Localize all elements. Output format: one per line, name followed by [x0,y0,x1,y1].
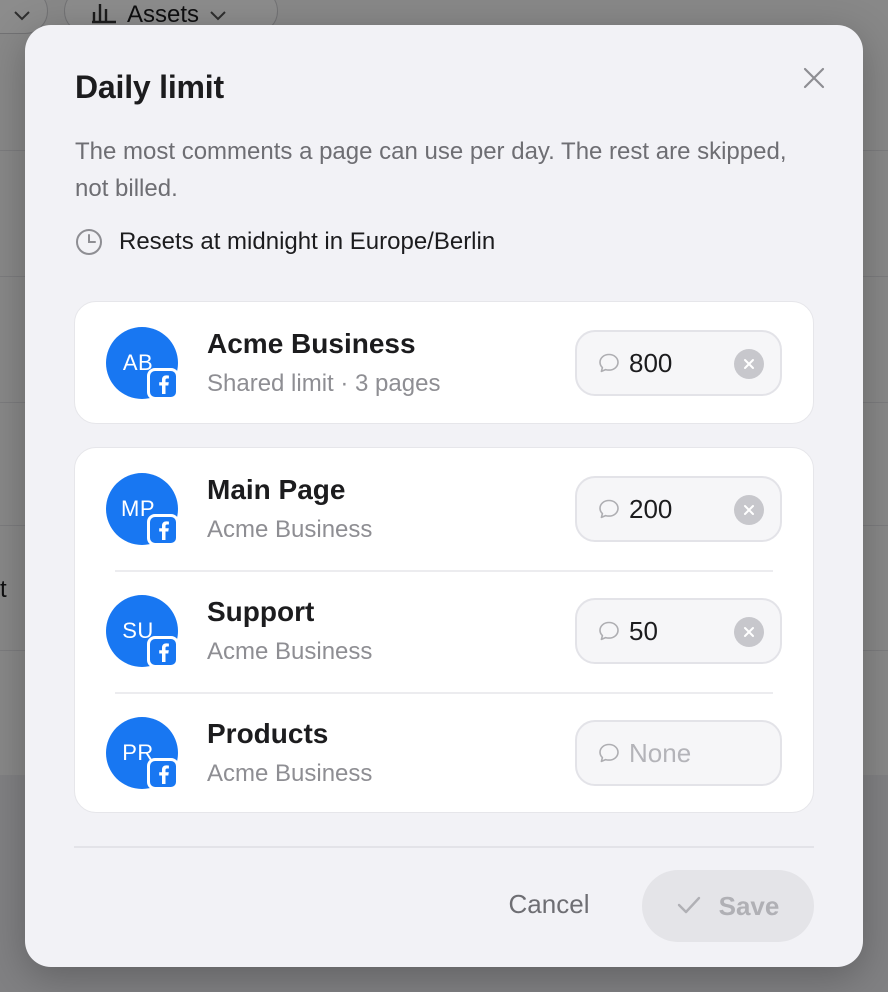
page-row: MP Main Page Acme Business [75,448,813,570]
page-row: PR Products Acme Business [75,692,813,814]
business-card: AB Acme Business Shared limit · 3 pages [74,301,814,424]
clear-button[interactable] [734,617,764,647]
business-subtitle: Shared limit · 3 pages [207,370,441,397]
checkmark-icon [677,891,701,922]
reset-note: Resets at midnight in Europe/Berlin [75,228,495,256]
avatar: MP [106,473,179,546]
dialog-title: Daily limit [75,69,224,105]
avatar: PR [106,717,179,790]
page-limit-field [575,476,782,542]
page-limit-field [575,720,782,786]
comment-bubble-icon [597,741,621,765]
footer-divider [74,846,814,848]
clear-icon [744,505,754,515]
avatar: SU [106,595,179,668]
clock-icon [75,228,103,256]
save-button[interactable]: Save [642,870,814,942]
clear-icon [744,627,754,637]
clear-icon [744,359,754,369]
pages-card: MP Main Page Acme Business SU [74,447,814,813]
close-icon [802,66,826,95]
page-limit-input[interactable] [629,493,729,525]
avatar: AB [106,327,179,400]
daily-limit-dialog: Daily limit The most comments a page can… [25,25,863,967]
facebook-icon [147,758,179,790]
page-subtitle: Acme Business [207,516,373,543]
facebook-icon [147,514,179,546]
facebook-icon [147,368,179,400]
page-name: Main Page [207,474,346,505]
page-limit-input[interactable] [629,737,729,769]
page-name: Products [207,718,329,749]
comment-bubble-icon [597,497,621,521]
clear-button[interactable] [734,495,764,525]
business-limit-field [575,330,782,396]
business-name: Acme Business [207,328,416,359]
page-subtitle: Acme Business [207,638,373,665]
page-name: Support [207,596,315,627]
page-limit-input[interactable] [629,615,729,647]
business-row: AB Acme Business Shared limit · 3 pages [75,302,813,424]
clear-button[interactable] [734,349,764,379]
facebook-icon [147,636,179,668]
comment-bubble-icon [597,351,621,375]
save-label: Save [718,890,780,921]
cancel-button[interactable]: Cancel [491,875,607,933]
page-limit-field [575,598,782,664]
comment-bubble-icon [597,619,621,643]
close-button[interactable] [797,63,831,97]
page-subtitle: Acme Business [207,760,373,787]
business-limit-input[interactable] [629,347,729,379]
reset-note-text: Resets at midnight in Europe/Berlin [119,228,496,255]
dialog-description: The most comments a page can use per day… [75,138,787,202]
page-row: SU Support Acme Business [75,570,813,692]
